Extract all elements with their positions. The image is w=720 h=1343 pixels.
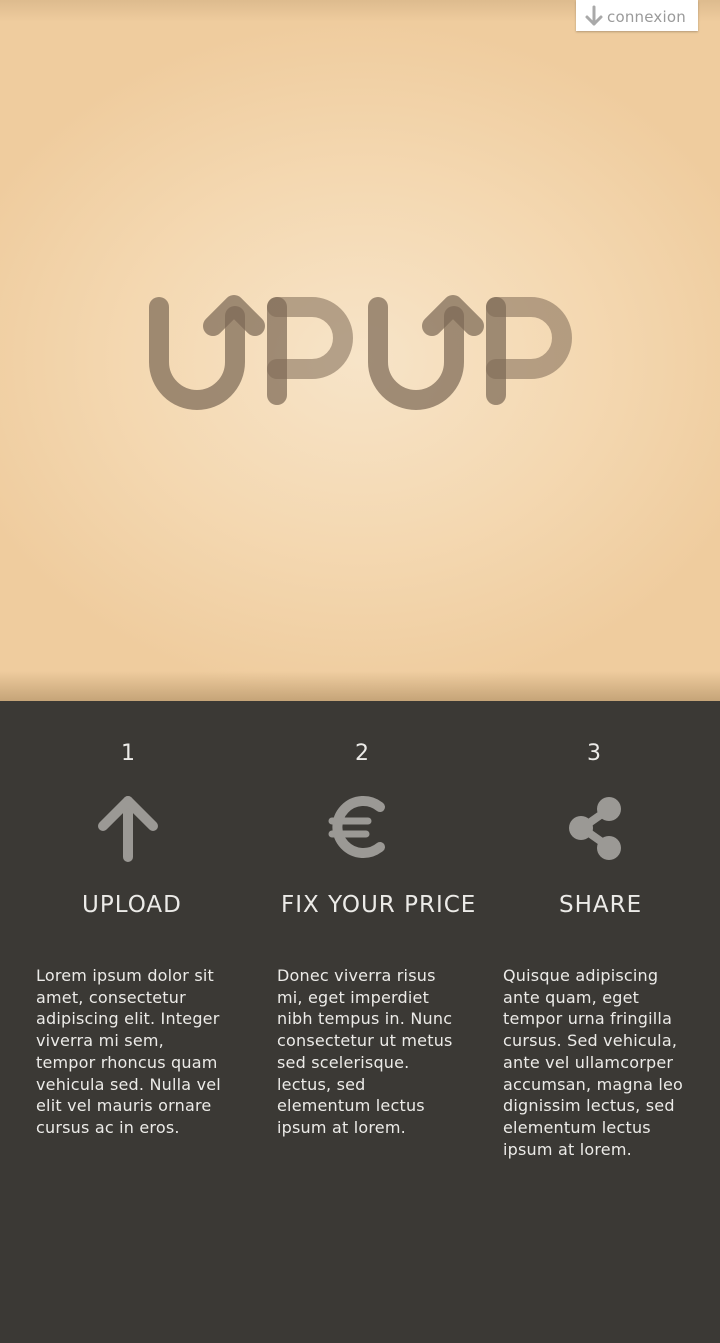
connexion-label: connexion [607,8,686,26]
step-number: 2 [355,741,369,766]
euro-icon [328,793,390,865]
step-number: 1 [121,741,135,766]
share-icon [568,793,624,865]
step-title: SHARE [559,892,643,918]
hero-section: connexion [0,0,720,701]
arrow-down-icon [584,5,604,27]
step-description: Quisque adipiscing ante quam, eget tempo… [503,966,684,1159]
arrow-up-icon [96,793,160,869]
step-description: Donec viverra risus mi, eget imperdiet n… [277,966,453,1137]
step-title: FIX YOUR PRICE [281,892,477,918]
step-title: UPLOAD [82,892,182,918]
connexion-button[interactable]: connexion [576,0,698,31]
steps-section: 1 UPLOAD Lorem ipsum dolor sit amet, con… [0,701,720,1343]
upup-logo [140,280,580,420]
step-number: 3 [587,741,601,766]
step-description: Lorem ipsum dolor sit amet, consectetur … [36,966,221,1137]
